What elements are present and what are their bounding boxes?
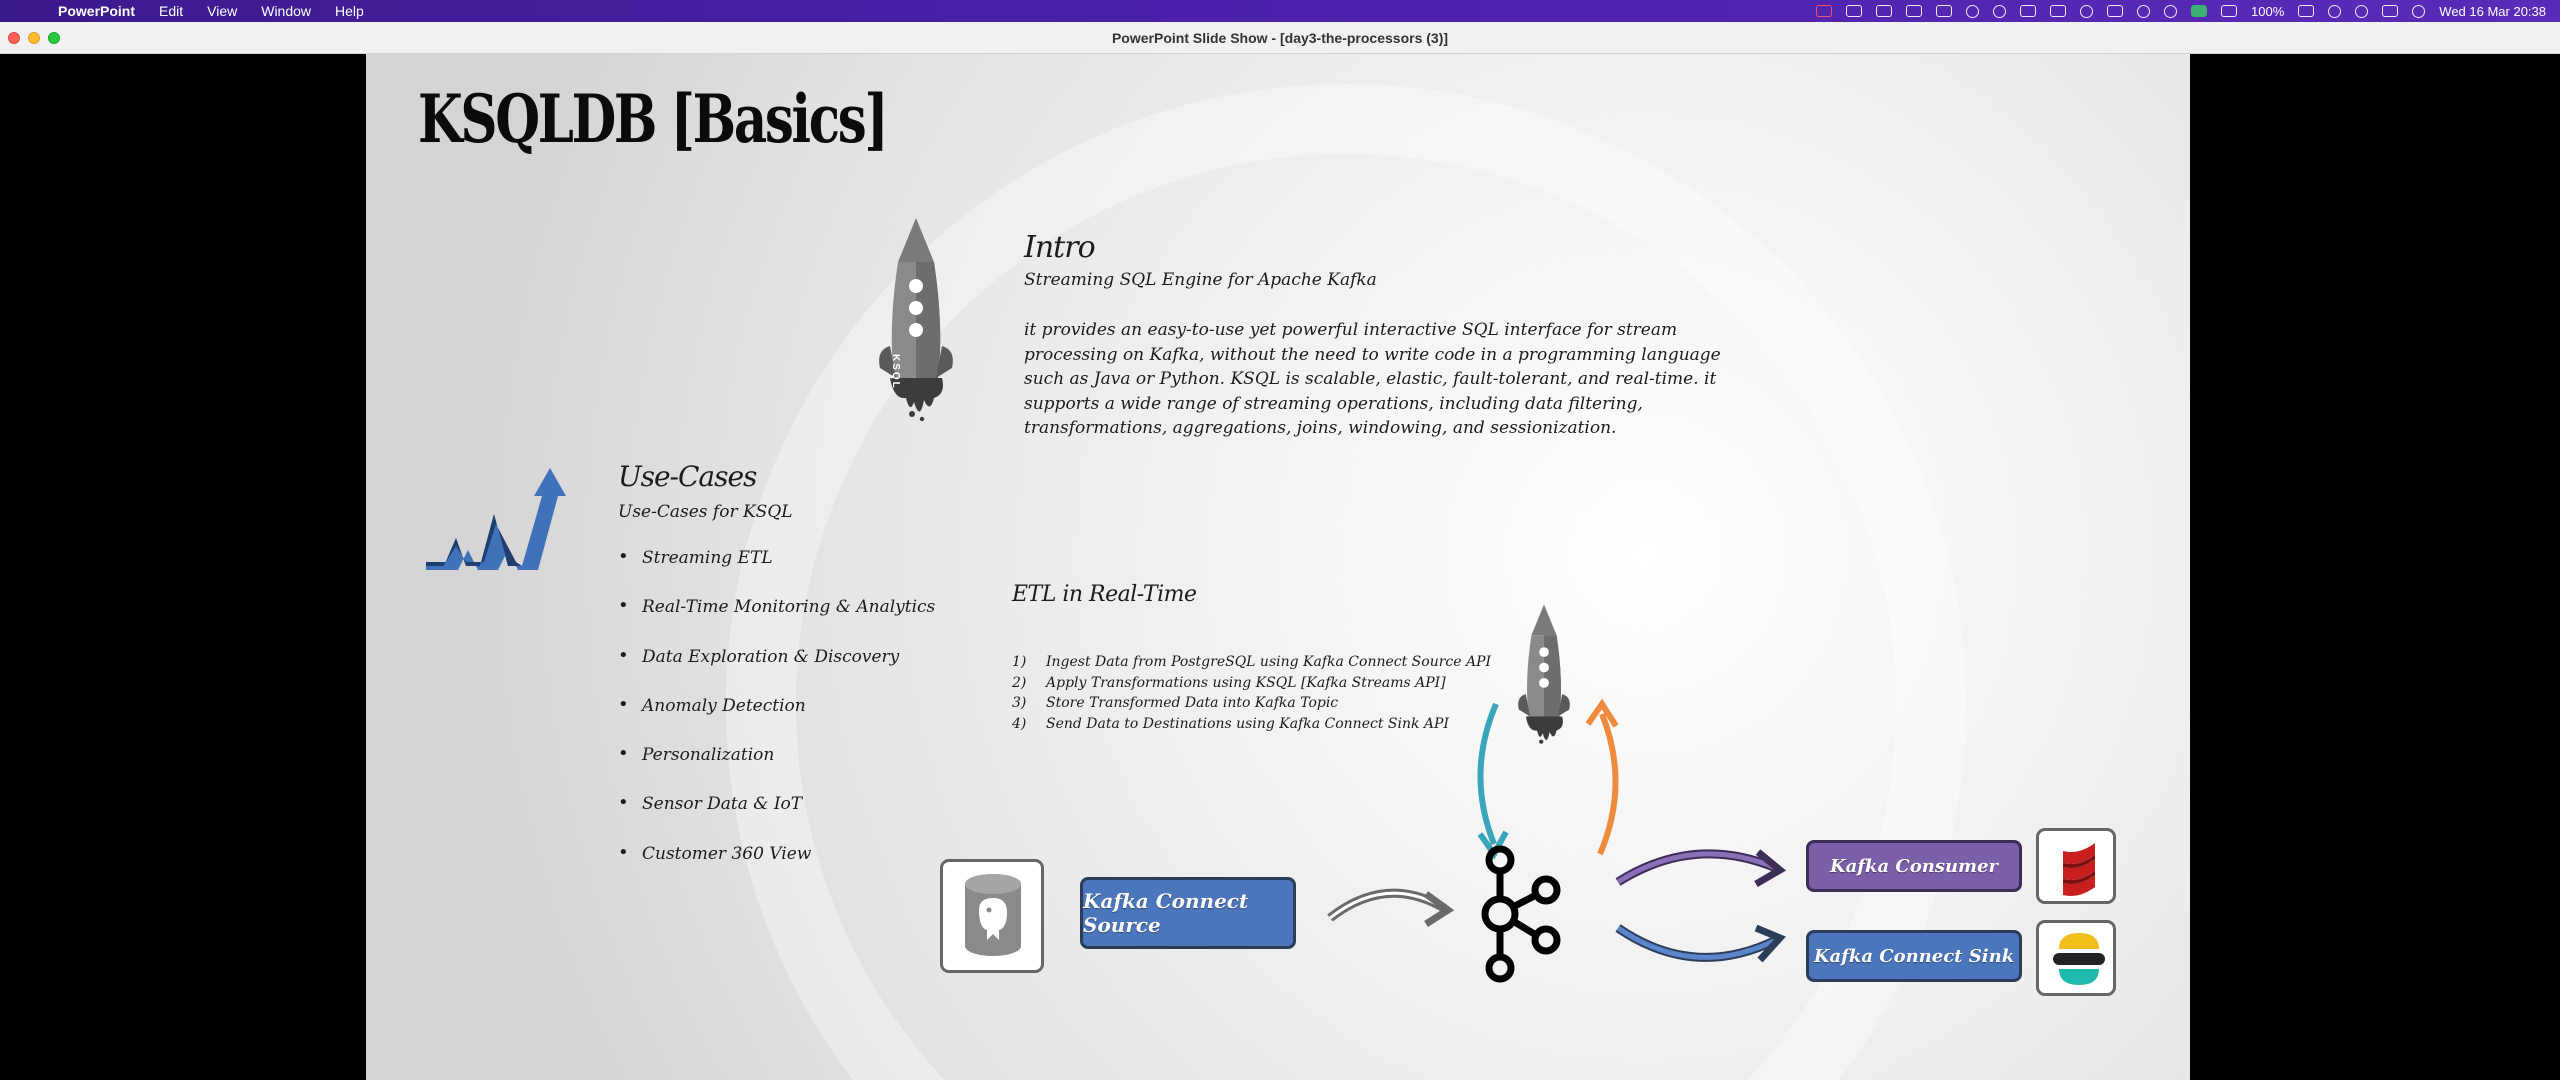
menu-window[interactable]: Window [261, 3, 311, 19]
list-item: 2) Apply Transformations using KSQL [Kafk… [1012, 674, 1446, 691]
close-button[interactable] [8, 32, 20, 44]
intro-subtitle: Streaming SQL Engine for Apache Kafka [1024, 270, 1377, 290]
intro-body: it provides an easy-to-use yet powerful … [1024, 320, 1721, 438]
use-cases-list: Streaming ETL Real-Time Monitoring & Ana… [618, 546, 935, 893]
search-icon[interactable] [2355, 4, 2369, 18]
list-item: 1) Ingest Data from PostgreSQL using Kafk… [1012, 654, 1492, 670]
list-item: 4) Send Data to Destinations using Kafka … [1012, 715, 1449, 732]
bluetooth-icon[interactable] [2164, 4, 2178, 18]
arrow-purple-icon [1615, 849, 1787, 888]
menu-help[interactable]: Help [335, 3, 364, 19]
cloud-icon[interactable] [2050, 5, 2067, 17]
list-item: Personalization [618, 743, 935, 794]
flag-icon[interactable] [2191, 5, 2208, 17]
arrow-teal-icon [1477, 702, 1509, 860]
etl-heading: ETL in Real-Time [1012, 582, 1197, 607]
moon-icon[interactable] [1966, 4, 1980, 18]
kafka-consumer-box: Kafka Consumer [1806, 840, 2022, 892]
list-item: Sensor Data & IoT [618, 792, 935, 843]
kafka-connect-sink-box: Kafka Connect Sink [1806, 930, 2022, 982]
rocket-label: KSQL [890, 354, 901, 390]
intro-heading: Intro [1024, 230, 1096, 265]
scala-icon [2063, 843, 2095, 896]
play-icon[interactable] [2080, 4, 2094, 18]
kafka-icon [1481, 845, 1561, 983]
control-center-icon[interactable] [2382, 5, 2399, 17]
menu-app-name[interactable]: PowerPoint [58, 3, 135, 19]
slide[interactable]: KSQLDB [Basics] KSQL Intro Streaming SQL… [366, 54, 2190, 1080]
status-app-icon[interactable] [1816, 5, 1833, 17]
fullscreen-button[interactable] [48, 32, 60, 44]
airdrop-icon[interactable] [2137, 4, 2151, 18]
etl-steps: 1) Ingest Data from PostgreSQL using Kafk… [1012, 654, 1491, 736]
list-item: Streaming ETL [618, 546, 935, 597]
status-app-icon[interactable] [1906, 5, 1923, 17]
list-item: 3) Store Transformed Data into Kafka Topi… [1012, 695, 1339, 711]
menu-edit[interactable]: Edit [159, 3, 183, 19]
growth-chart-icon [426, 468, 566, 570]
battery-icon[interactable] [2298, 5, 2315, 17]
slide-title: KSQLDB [Basics] [418, 80, 889, 158]
display-icon[interactable] [1936, 5, 1953, 17]
shield-icon[interactable] [2020, 5, 2037, 17]
siri-icon[interactable] [2412, 4, 2426, 18]
ksql-rocket-icon [879, 218, 953, 422]
status-app-icon[interactable] [1876, 5, 1893, 17]
elasticsearch-tile [2036, 920, 2116, 996]
clock[interactable]: Wed 16 Mar 20:38 [2439, 4, 2546, 19]
kafka-connect-source-box: Kafka Connect Source [1080, 877, 1296, 949]
arrow-blue-icon [1615, 924, 1786, 963]
docker-icon[interactable] [1846, 5, 1863, 17]
list-item: Anomaly Detection [618, 694, 935, 745]
wifi-icon[interactable] [2328, 4, 2342, 18]
status-app-icon[interactable] [1993, 4, 2007, 18]
window-title-bar: PowerPoint Slide Show - [day3-the-proces… [0, 22, 2560, 54]
list-item: Customer 360 View [618, 842, 935, 893]
postgresql-icon [965, 874, 1021, 956]
use-cases-subtitle: Use-Cases for KSQL [618, 502, 793, 522]
copy-icon[interactable] [2221, 5, 2238, 17]
window-controls [8, 32, 60, 44]
window-title: PowerPoint Slide Show - [day3-the-proces… [1111, 29, 1449, 46]
list-item: Data Exploration & Discovery [618, 645, 935, 696]
use-cases-heading: Use-Cases [618, 460, 757, 493]
battery-percent[interactable]: 100% [2251, 4, 2284, 19]
arrow-gray-icon [1327, 888, 1455, 927]
list-item: Real-Time Monitoring & Analytics [618, 595, 935, 646]
postgresql-tile [940, 859, 1044, 973]
slideshow-stage[interactable]: KSQLDB [Basics] KSQL Intro Streaming SQL… [0, 54, 2560, 1080]
menu-bar: PowerPoint Edit View Window Help 100% We… [0, 0, 2560, 22]
screen-icon[interactable] [2107, 5, 2124, 17]
scala-tile [2036, 828, 2116, 904]
minimize-button[interactable] [28, 32, 40, 44]
menu-view[interactable]: View [207, 3, 237, 19]
elasticsearch-icon [2053, 933, 2105, 985]
